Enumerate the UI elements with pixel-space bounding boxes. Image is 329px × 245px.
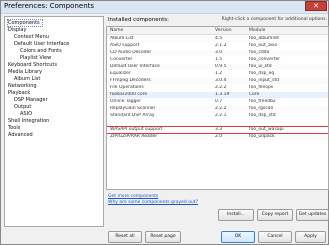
component-module: foo_fileops bbox=[249, 85, 274, 90]
copy-report-button[interactable]: Copy report bbox=[257, 209, 293, 221]
component-name: ZIP/GZIP/RAR Reader bbox=[110, 134, 158, 139]
components-table[interactable]: Name Version Module Album List 4.5 foo_a… bbox=[106, 26, 329, 190]
tree-item-output[interactable]: Output bbox=[14, 104, 31, 110]
component-version: 1.2 bbox=[215, 71, 223, 76]
title-bar: Preferences: Components ✕ bbox=[1, 1, 328, 14]
table-row[interactable]: Equalizer 1.2 foo_dsp_eq bbox=[107, 71, 328, 77]
tree-item-default-user-interface[interactable]: Default User Interface bbox=[14, 41, 69, 47]
table-row-selected[interactable]: WASAPI output support 3.3 foo_out_wasapi bbox=[107, 126, 328, 134]
tree-item-networking[interactable]: Networking bbox=[8, 83, 37, 89]
dialog-buttons: Reset all Reset page OK Cancel Apply bbox=[1, 231, 328, 245]
tree-item-keyboard-shortcuts[interactable]: Keyboard Shortcuts bbox=[8, 62, 57, 68]
column-name[interactable]: Name bbox=[110, 28, 123, 33]
component-name: FFmpeg Decoders bbox=[110, 78, 151, 83]
component-version: 1.3.19 bbox=[215, 92, 230, 97]
component-name: WASAPI output support bbox=[110, 127, 163, 132]
component-version: 2.2.1 bbox=[215, 113, 227, 118]
component-name: Default User Interface bbox=[110, 64, 160, 69]
window-title: Preferences: Components bbox=[4, 2, 95, 10]
preferences-window: Preferences: Components ✕ Components Dis… bbox=[0, 0, 329, 245]
tree-item-dsp-manager[interactable]: DSP Manager bbox=[14, 97, 48, 103]
ok-button[interactable]: OK bbox=[221, 231, 255, 243]
right-click-hint: Right-click a component for additional o… bbox=[221, 17, 327, 22]
component-version: 3.0 bbox=[215, 50, 223, 55]
component-version: 2.1.2 bbox=[215, 43, 227, 48]
component-module: Core bbox=[249, 92, 260, 97]
component-module: foo_albumlist bbox=[249, 36, 280, 41]
table-row[interactable]: CD Audio Decoder 3.0 foo_cdda bbox=[107, 50, 328, 56]
component-name: Album List bbox=[110, 36, 134, 41]
component-name: Online Tagger bbox=[110, 99, 142, 104]
component-actions: Install... Copy report Get updates bbox=[106, 209, 329, 223]
install-button[interactable]: Install... bbox=[218, 209, 254, 221]
component-version: 2.2.2 bbox=[215, 106, 227, 111]
component-name: Equalizer bbox=[110, 71, 131, 76]
component-module: foo_input_std bbox=[249, 78, 280, 83]
component-module: foo_out_asio bbox=[249, 43, 278, 48]
component-version: 0.9.5 bbox=[215, 64, 227, 69]
component-name: Converter bbox=[110, 57, 133, 62]
component-name: foobar2000 core bbox=[110, 92, 148, 97]
component-version: 1.5 bbox=[215, 57, 223, 62]
components-header: Installed components: Right-click a comp… bbox=[106, 16, 329, 24]
component-version: 2.2.2 bbox=[215, 85, 227, 90]
table-row[interactable]: Standard DSP Array 2.2.1 foo_dsp_std bbox=[107, 113, 328, 119]
why-grayed-out-link[interactable]: Why are some components grayed out? bbox=[108, 200, 198, 206]
component-module: foo_unpack bbox=[249, 134, 275, 139]
table-row[interactable]: Default User Interface 0.9.5 foo_ui_std bbox=[107, 64, 328, 70]
component-module: foo_converter bbox=[249, 57, 281, 62]
tree-item-advanced[interactable]: Advanced bbox=[8, 132, 33, 138]
reset-page-button[interactable]: Reset page bbox=[145, 231, 181, 243]
component-module: foo_out_wasapi bbox=[249, 127, 284, 132]
tree-item-colors-and-fonts[interactable]: Colors and Fonts bbox=[20, 48, 62, 54]
component-name: Standard DSP Array bbox=[110, 113, 155, 118]
table-header: Name Version Module bbox=[107, 27, 328, 35]
table-row[interactable]: File Operations 2.2.2 foo_fileops bbox=[107, 85, 328, 91]
component-module: foo_dsp_eq bbox=[249, 71, 275, 76]
close-button[interactable]: ✕ bbox=[305, 1, 327, 11]
component-name: ReplayGain Scanner bbox=[110, 106, 156, 111]
component-module: foo_ui_std bbox=[249, 64, 272, 69]
components-panel: Installed components: Right-click a comp… bbox=[106, 16, 329, 227]
component-version: 4.5 bbox=[215, 36, 223, 41]
component-name: File Operations bbox=[110, 85, 144, 90]
table-row[interactable]: Online Tagger 0.7 foo_freedb2 bbox=[107, 99, 328, 105]
table-row[interactable]: ReplayGain Scanner 2.2.2 foo_rgscan bbox=[107, 106, 328, 112]
table-row[interactable]: FFmpeg Decoders 3.0.4 foo_input_std bbox=[107, 78, 328, 84]
apply-button[interactable]: Apply bbox=[295, 231, 326, 243]
reset-all-button[interactable]: Reset all bbox=[108, 231, 142, 243]
tree-item-asio[interactable]: ASIO bbox=[20, 111, 32, 117]
get-updates-button[interactable]: Get updates bbox=[296, 209, 329, 221]
column-module[interactable]: Module bbox=[249, 28, 265, 33]
table-row[interactable]: ZIP/GZIP/RAR Reader 2.0 foo_unpack bbox=[107, 134, 328, 140]
component-version: 3.3 bbox=[215, 127, 223, 132]
tree-item-album-list[interactable]: Album List bbox=[14, 76, 40, 82]
tree-item-tools[interactable]: Tools bbox=[8, 125, 20, 131]
tree-item-playlist-view[interactable]: Playlist View bbox=[20, 55, 51, 61]
tree-item-playback[interactable]: Playback bbox=[8, 90, 30, 96]
component-version: 0.7 bbox=[215, 99, 223, 104]
component-module: foo_rgscan bbox=[249, 106, 274, 111]
help-links: Get more components Why are some compone… bbox=[108, 194, 198, 206]
component-version: 3.0.4 bbox=[215, 78, 227, 83]
table-row[interactable]: ASIO support 2.1.2 foo_out_asio bbox=[107, 43, 328, 49]
tree-item-shell-integration[interactable]: Shell Integration bbox=[8, 118, 49, 124]
component-version: 2.0 bbox=[215, 134, 223, 139]
component-name: CD Audio Decoder bbox=[110, 50, 152, 55]
table-row[interactable]: Converter 1.5 foo_converter bbox=[107, 57, 328, 63]
component-module: foo_freedb2 bbox=[249, 99, 276, 104]
component-module: foo_dsp_std bbox=[249, 113, 276, 118]
tree-item-context-menu[interactable]: Context Menu bbox=[14, 34, 49, 40]
tree-item-components[interactable]: Components bbox=[7, 19, 43, 27]
cancel-button[interactable]: Cancel bbox=[258, 231, 292, 243]
table-row[interactable]: foobar2000 core 1.3.19 Core bbox=[107, 92, 328, 98]
component-module: foo_cdda bbox=[249, 50, 270, 55]
table-row[interactable]: Album List 4.5 foo_albumlist bbox=[107, 36, 328, 42]
preferences-tree[interactable]: Components Display Context Menu Default … bbox=[4, 16, 104, 227]
tree-item-display[interactable]: Display bbox=[8, 27, 26, 33]
component-name: ASIO support bbox=[110, 43, 140, 48]
installed-components-label: Installed components: bbox=[108, 17, 170, 23]
tree-item-media-library[interactable]: Media Library bbox=[8, 69, 42, 75]
column-version[interactable]: Version bbox=[215, 28, 232, 33]
